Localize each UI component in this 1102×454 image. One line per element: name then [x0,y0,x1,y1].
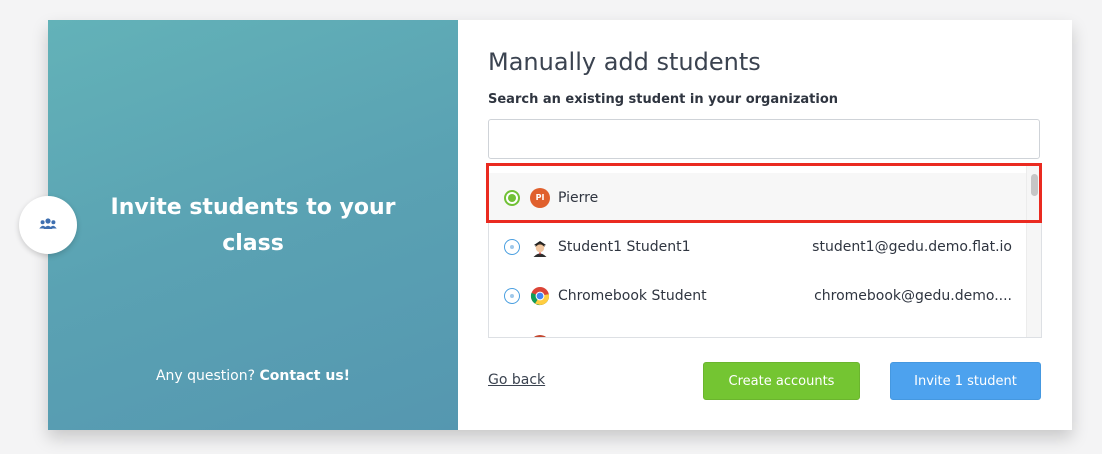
contact-line: Any question? Contact us! [48,368,458,384]
search-results-list: PI Pierre Student1 Student1 student1@ged… [488,164,1042,338]
go-back-link[interactable]: Go back [488,372,545,388]
search-label: Search an existing student in your organ… [488,92,839,107]
student-name: Pierre [558,189,599,206]
invite-info-panel: Invite students to your class Any questi… [48,20,458,430]
student-search-input[interactable] [488,119,1040,159]
panel-title: Invite students to your class [110,195,396,256]
partial-avatar [530,334,550,337]
invite-students-button[interactable]: Invite 1 student [890,362,1041,400]
users-badge [19,196,77,254]
invite-modal: Invite students to your class Any questi… [48,20,1072,430]
initials-avatar: PI [530,187,550,208]
radio-unselected-icon[interactable] [504,336,520,337]
student-avatar-icon [530,237,550,257]
chrome-icon [530,286,550,306]
manual-add-panel: Manually add students Search an existing… [458,20,1072,430]
users-icon [39,216,57,235]
contact-us-link[interactable]: Contact us! [260,368,351,384]
student-option-student1[interactable]: Student1 Student1 student1@gedu.demo.fla… [489,222,1026,271]
scrollbar-thumb[interactable] [1031,174,1038,196]
create-accounts-button[interactable]: Create accounts [703,362,860,400]
student-option-chromebook[interactable]: Chromebook Student chromebook@gedu.demo.… [489,271,1026,320]
radio-unselected-icon[interactable] [504,238,520,255]
section-heading: Manually add students [488,48,761,76]
student-name: Chromebook Student [558,287,707,304]
student-option-pierre[interactable]: PI Pierre [489,173,1026,222]
radio-selected-icon[interactable] [504,189,520,206]
student-option-partial[interactable] [489,320,1026,337]
student-email: student1@gedu.demo.flat.io [812,238,1012,255]
results-scrollbar[interactable] [1026,164,1041,337]
student-name: Student1 Student1 [558,238,691,255]
student-email: chromebook@gedu.demo.... [814,287,1012,304]
question-text: Any question? [155,368,256,384]
radio-unselected-icon[interactable] [504,287,520,304]
